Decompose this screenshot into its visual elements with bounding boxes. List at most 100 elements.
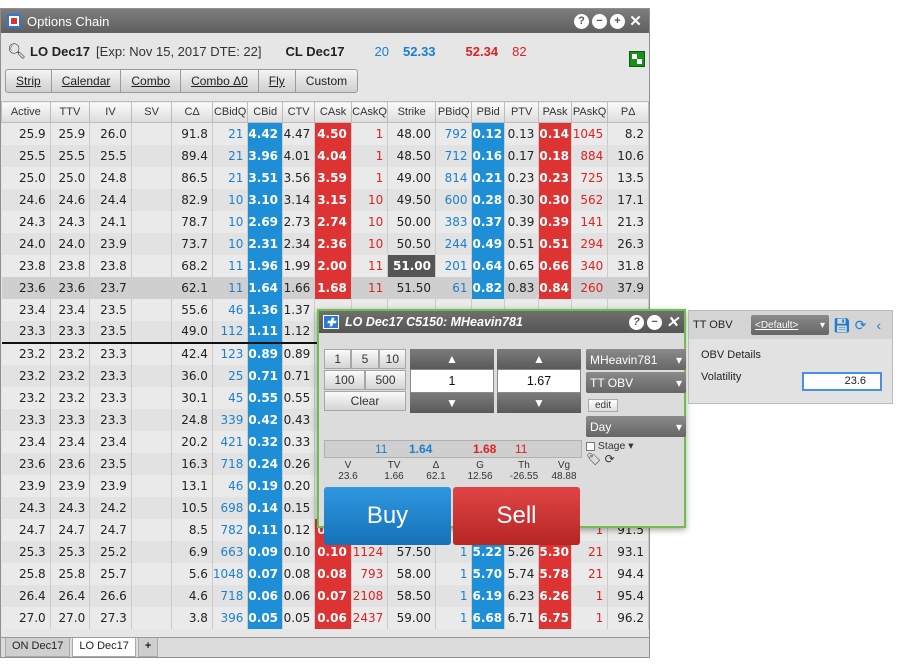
table-cell[interactable]: 600 <box>435 188 473 211</box>
table-cell[interactable]: 793 <box>351 562 389 585</box>
table-row[interactable]: 25.0 25.0 24.8 86.5 21 3.51 3.56 3.59 1 49.00 814 0… <box>1 166 649 189</box>
table-cell[interactable]: 4.04 <box>314 144 352 167</box>
table-cell[interactable]: 2.69 <box>247 210 283 233</box>
table-cell[interactable] <box>131 298 173 321</box>
table-cell[interactable]: 0.17 <box>504 144 540 167</box>
edit-button[interactable]: edit <box>588 399 619 412</box>
table-cell[interactable] <box>131 188 173 211</box>
table-cell[interactable]: 0.13 <box>504 122 540 145</box>
table-cell[interactable]: 663 <box>212 540 249 563</box>
table-cell[interactable]: 23.8 <box>50 254 91 277</box>
table-cell[interactable]: 5.74 <box>504 562 540 585</box>
table-cell[interactable] <box>131 430 173 453</box>
table-cell[interactable]: 23.8 <box>89 254 132 277</box>
table-cell[interactable]: 0.51 <box>504 232 540 255</box>
table-cell[interactable]: 10.5 <box>171 496 213 519</box>
table-cell[interactable]: 782 <box>212 518 249 541</box>
qty-100-button[interactable]: 100 <box>324 370 365 390</box>
table-cell[interactable]: 24.6 <box>50 188 91 211</box>
table-cell[interactable]: 23.3 <box>50 320 91 344</box>
tags-icon[interactable]: 🏷︎ <box>586 452 601 466</box>
table-row[interactable]: 26.4 26.4 26.6 4.6 718 0.06 0.06 0.07 2108 58.50 1… <box>1 584 649 607</box>
table-row[interactable]: 23.6 23.6 23.7 62.1 11 1.64 1.66 1.68 11 51.50 61 0… <box>1 276 649 299</box>
table-cell[interactable] <box>131 518 173 541</box>
table-row[interactable]: 24.6 24.6 24.4 82.9 10 3.10 3.14 3.15 10 49.50 600… <box>1 188 649 211</box>
table-cell[interactable]: 24.3 <box>1 210 51 233</box>
table-cell[interactable]: 8.5 <box>171 518 213 541</box>
table-cell[interactable] <box>131 166 173 189</box>
table-cell[interactable]: 58.50 <box>387 584 436 607</box>
table-cell[interactable]: 23.4 <box>89 430 132 453</box>
table-cell[interactable] <box>131 122 173 145</box>
table-cell[interactable]: 0.39 <box>504 210 540 233</box>
table-cell[interactable]: 11 <box>212 254 249 277</box>
strategy-combo-delta0-button[interactable]: Combo Δ0 <box>180 69 259 93</box>
table-cell[interactable]: 1 <box>435 584 473 607</box>
table-cell[interactable]: 23.9 <box>89 232 132 255</box>
table-cell[interactable]: 23.3 <box>89 342 132 365</box>
table-cell[interactable]: 0.06 <box>247 584 283 607</box>
table-cell[interactable]: 23.4 <box>1 298 51 321</box>
table-cell[interactable]: 3.8 <box>171 606 213 629</box>
table-cell[interactable]: 13.1 <box>171 474 213 497</box>
table-cell[interactable]: 49.50 <box>387 188 436 211</box>
qty-10-button[interactable]: 10 <box>378 349 406 369</box>
table-cell[interactable] <box>131 474 173 497</box>
table-cell[interactable] <box>131 342 173 365</box>
strategy-calendar-button[interactable]: Calendar <box>50 69 122 93</box>
table-cell[interactable]: 0.43 <box>282 408 316 431</box>
table-cell[interactable]: 95.4 <box>607 584 649 607</box>
table-cell[interactable]: 2437 <box>351 606 389 629</box>
table-cell[interactable]: 0.71 <box>247 364 283 387</box>
table-cell[interactable]: 383 <box>435 210 473 233</box>
table-cell[interactable]: 23.3 <box>1 408 51 431</box>
column-header[interactable]: PAskQ <box>570 101 609 123</box>
table-cell[interactable] <box>131 606 173 629</box>
table-cell[interactable]: 0.16 <box>471 144 505 167</box>
table-cell[interactable]: 73.7 <box>171 232 213 255</box>
table-cell[interactable]: 4.47 <box>282 122 316 145</box>
table-cell[interactable]: 6.26 <box>538 584 572 607</box>
table-cell[interactable]: 5.6 <box>171 562 213 585</box>
table-cell[interactable]: 50.00 <box>387 210 436 233</box>
table-cell[interactable]: 0.05 <box>282 606 316 629</box>
table-cell[interactable]: 1048 <box>212 562 249 585</box>
quantity-field[interactable]: 1 <box>410 369 494 393</box>
table-cell[interactable]: 24.0 <box>1 232 51 255</box>
table-cell[interactable]: 23.6 <box>50 276 91 299</box>
tif-select[interactable]: Day ▾ <box>586 416 686 437</box>
table-cell[interactable]: 24.6 <box>1 188 51 211</box>
table-cell[interactable]: 23.9 <box>89 474 132 497</box>
table-cell[interactable]: 25.9 <box>1 122 51 145</box>
table-cell[interactable]: 718 <box>212 584 249 607</box>
table-cell[interactable]: 58.00 <box>387 562 436 585</box>
table-cell[interactable]: 25.5 <box>89 144 132 167</box>
table-cell[interactable]: 23.2 <box>50 364 91 387</box>
table-cell[interactable]: 3.56 <box>282 166 316 189</box>
table-cell[interactable]: 25.7 <box>89 562 132 585</box>
table-cell[interactable]: 339 <box>212 408 249 431</box>
price-field[interactable]: 1.67 <box>497 369 581 393</box>
table-row[interactable]: 25.9 25.9 26.0 91.8 21 4.42 4.47 4.50 1 48.00 792 0… <box>1 122 649 145</box>
table-cell[interactable]: 23.5 <box>89 320 132 344</box>
table-cell[interactable] <box>131 364 173 387</box>
table-cell[interactable]: 0.21 <box>471 166 505 189</box>
column-header[interactable]: CTV <box>281 101 316 123</box>
table-cell[interactable]: 23.6 <box>1 452 51 475</box>
table-cell[interactable]: 23.2 <box>50 386 91 409</box>
table-cell[interactable]: 26.6 <box>89 584 132 607</box>
qty-down-icon[interactable]: ▼ <box>410 393 494 413</box>
table-cell[interactable]: 0.11 <box>247 518 283 541</box>
order-type-select[interactable]: TT OBV ▾ <box>586 372 686 393</box>
table-cell[interactable]: 0.23 <box>504 166 540 189</box>
table-cell[interactable]: 17.1 <box>607 188 649 211</box>
collapse-icon[interactable]: ‹ <box>877 317 882 333</box>
table-cell[interactable]: 10.6 <box>607 144 649 167</box>
column-header[interactable]: CΔ <box>171 101 213 123</box>
column-header[interactable]: CBidQ <box>211 101 249 123</box>
table-cell[interactable]: 201 <box>435 254 473 277</box>
table-cell[interactable]: 25.5 <box>1 144 51 167</box>
table-cell[interactable]: 3.96 <box>247 144 283 167</box>
table-cell[interactable]: 1 <box>351 144 389 167</box>
table-cell[interactable]: 1 <box>351 122 389 145</box>
